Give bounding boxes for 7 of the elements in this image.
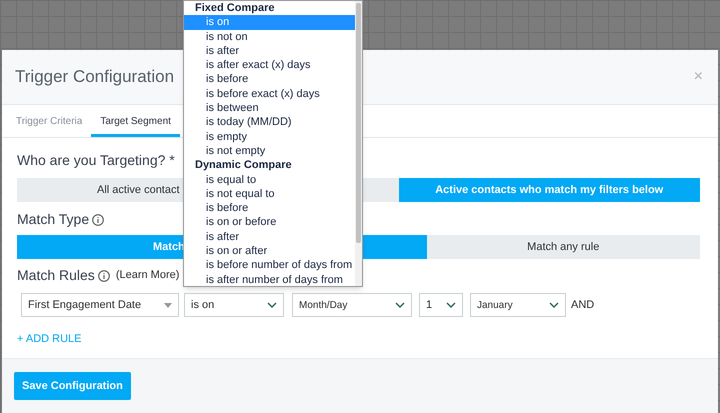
option-group-label: Dynamic Compare — [194, 158, 293, 173]
modal-title: Trigger Configuration — [15, 66, 174, 88]
conjunction-label: AND — [571, 298, 594, 313]
section-label: Match Type — [17, 210, 90, 229]
section-label: Match Rules — [17, 266, 95, 285]
section-label: Who are you Targeting? * — [17, 151, 175, 170]
option-group-label: Fixed Compare — [194, 1, 276, 16]
